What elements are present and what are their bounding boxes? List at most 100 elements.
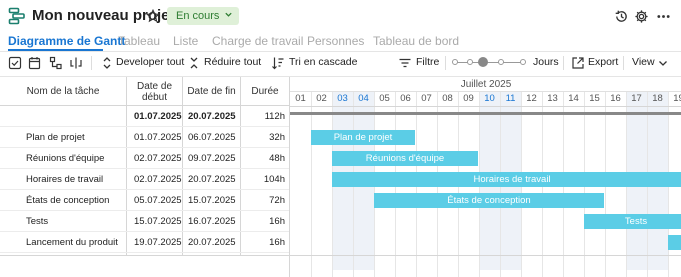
split-icon[interactable]	[69, 56, 83, 70]
collapse-icon[interactable]	[187, 56, 201, 70]
grid-header: Nom de la tâche Date de début Date de fi…	[0, 77, 289, 106]
zoom-slider-tick	[520, 59, 526, 65]
status-label: En cours	[176, 10, 220, 22]
day-header: 01	[295, 93, 306, 104]
zoom-unit-label: Jours	[533, 56, 559, 68]
table-row[interactable]: États de conception 05.07.2025 15.07.202…	[0, 190, 289, 211]
tab-list[interactable]: Liste	[173, 34, 198, 48]
checkbox-icon[interactable]	[8, 56, 22, 70]
zoom-slider-thumb[interactable]	[478, 57, 488, 67]
gantt-bar[interactable]: Horaires de travail	[332, 172, 681, 187]
table-row[interactable]: Lancement du produit 19.07.2025 20.07.20…	[0, 232, 289, 253]
day-header: 05	[379, 93, 390, 104]
tab-dashboard[interactable]: Tableau de bord	[373, 34, 459, 48]
toolbar-separator	[445, 56, 446, 70]
gantt-bar[interactable]: Plan de projet	[311, 130, 415, 145]
expand-all-button[interactable]: Developer tout	[116, 56, 184, 68]
more-horizontal-icon[interactable]	[656, 9, 671, 24]
task-end[interactable]: 20.07.2025	[188, 232, 236, 253]
tab-table[interactable]: Tableau	[118, 34, 160, 48]
view-menu-button[interactable]: View	[632, 56, 655, 68]
day-header: 04	[358, 93, 369, 104]
hierarchy-icon[interactable]	[49, 56, 63, 70]
calendar-add-icon[interactable]	[28, 56, 42, 70]
task-start[interactable]: 19.07.2025	[134, 232, 182, 253]
filter-button[interactable]: Filtre	[416, 56, 439, 68]
history-icon[interactable]	[614, 9, 629, 24]
collapse-all-button[interactable]: Réduire tout	[204, 56, 261, 68]
task-name[interactable]: Plan de projet	[26, 127, 85, 148]
gantt-timeline: Juillet 2025 01 02 03 04 05 06 07 08 09 …	[289, 77, 681, 277]
toolbar: Developer tout Réduire tout Tri en casca…	[0, 52, 681, 74]
divider	[0, 255, 681, 256]
task-duration[interactable]: 32h	[241, 127, 285, 148]
gantt-bar[interactable]	[668, 235, 681, 250]
task-duration[interactable]: 48h	[241, 148, 285, 169]
task-end[interactable]: 06.07.2025	[188, 127, 236, 148]
chevron-down-icon	[224, 7, 233, 25]
task-grid: Nom de la tâche Date de début Date de fi…	[0, 77, 289, 277]
day-header: 15	[589, 93, 600, 104]
filter-icon[interactable]	[398, 56, 412, 70]
day-header: 14	[568, 93, 579, 104]
task-duration[interactable]: 16h	[241, 211, 285, 232]
column-header-duration[interactable]: Durée	[241, 77, 289, 106]
gantt-bar[interactable]: États de conception	[374, 193, 604, 208]
task-duration[interactable]: 104h	[241, 169, 285, 190]
summary-start: 01.07.2025	[134, 111, 182, 122]
table-row[interactable]: Tests 15.07.2025 16.07.2025 16h	[0, 211, 289, 232]
summary-end: 20.07.2025	[188, 111, 236, 122]
task-name[interactable]: Tests	[26, 211, 48, 232]
task-start[interactable]: 15.07.2025	[134, 211, 182, 232]
cascade-sort-button[interactable]: Tri en cascade	[289, 56, 357, 68]
project-summary-bar[interactable]	[290, 112, 681, 115]
chevron-down-icon[interactable]	[656, 56, 670, 70]
day-header: 16	[610, 93, 621, 104]
day-header: 10	[484, 93, 495, 104]
gantt-bar[interactable]: Tests	[584, 214, 681, 229]
table-row[interactable]: Réunions d'équipe 02.07.2025 09.07.2025 …	[0, 148, 289, 169]
task-name[interactable]: Horaires de travail	[26, 169, 103, 190]
gear-icon[interactable]	[634, 9, 649, 24]
day-header: 18	[652, 93, 663, 104]
column-header-start[interactable]: Date de début	[127, 77, 182, 106]
star-icon[interactable]	[145, 8, 161, 23]
toolbar-separator	[91, 56, 92, 70]
export-icon[interactable]	[571, 56, 585, 70]
task-name[interactable]: Réunions d'équipe	[26, 148, 104, 169]
zoom-slider-track[interactable]	[455, 62, 525, 63]
day-header: 17	[631, 93, 642, 104]
task-end[interactable]: 15.07.2025	[188, 190, 236, 211]
task-name[interactable]: États de conception	[26, 190, 109, 211]
sort-icon[interactable]	[271, 56, 285, 70]
summary-row[interactable]: 01.07.2025 20.07.2025 112h	[0, 106, 289, 127]
tab-gantt[interactable]: Diagramme de Gantt	[8, 34, 125, 48]
task-duration[interactable]: 72h	[241, 190, 285, 211]
task-end[interactable]: 16.07.2025	[188, 211, 236, 232]
summary-duration: 112h	[264, 111, 285, 122]
day-header: 09	[463, 93, 474, 104]
day-gridline	[311, 92, 312, 277]
task-name[interactable]: Lancement du produit	[26, 232, 118, 253]
task-duration[interactable]: 16h	[241, 232, 285, 253]
table-row[interactable]: Plan de projet 01.07.2025 06.07.2025 32h	[0, 127, 289, 148]
column-header-end[interactable]: Date de fin	[183, 77, 240, 106]
task-end[interactable]: 20.07.2025	[188, 169, 236, 190]
day-header: 19	[673, 93, 681, 104]
table-row[interactable]: Horaires de travail 02.07.2025 20.07.202…	[0, 169, 289, 190]
task-end[interactable]: 09.07.2025	[188, 148, 236, 169]
day-header: 07	[421, 93, 432, 104]
expand-icon[interactable]	[100, 56, 114, 70]
day-header: 02	[316, 93, 327, 104]
export-button[interactable]: Export	[588, 56, 618, 68]
status-badge[interactable]: En cours	[167, 7, 240, 25]
task-start[interactable]: 02.07.2025	[134, 148, 182, 169]
day-header: 12	[526, 93, 537, 104]
task-start[interactable]: 01.07.2025	[134, 127, 182, 148]
gantt-bar[interactable]: Réunions d'équipe	[332, 151, 478, 166]
task-start[interactable]: 05.07.2025	[134, 190, 182, 211]
tab-people[interactable]: Personnes	[307, 34, 364, 48]
tab-workload[interactable]: Charge de travail	[212, 34, 303, 48]
task-start[interactable]: 02.07.2025	[134, 169, 182, 190]
column-header-task[interactable]: Nom de la tâche	[0, 77, 126, 106]
